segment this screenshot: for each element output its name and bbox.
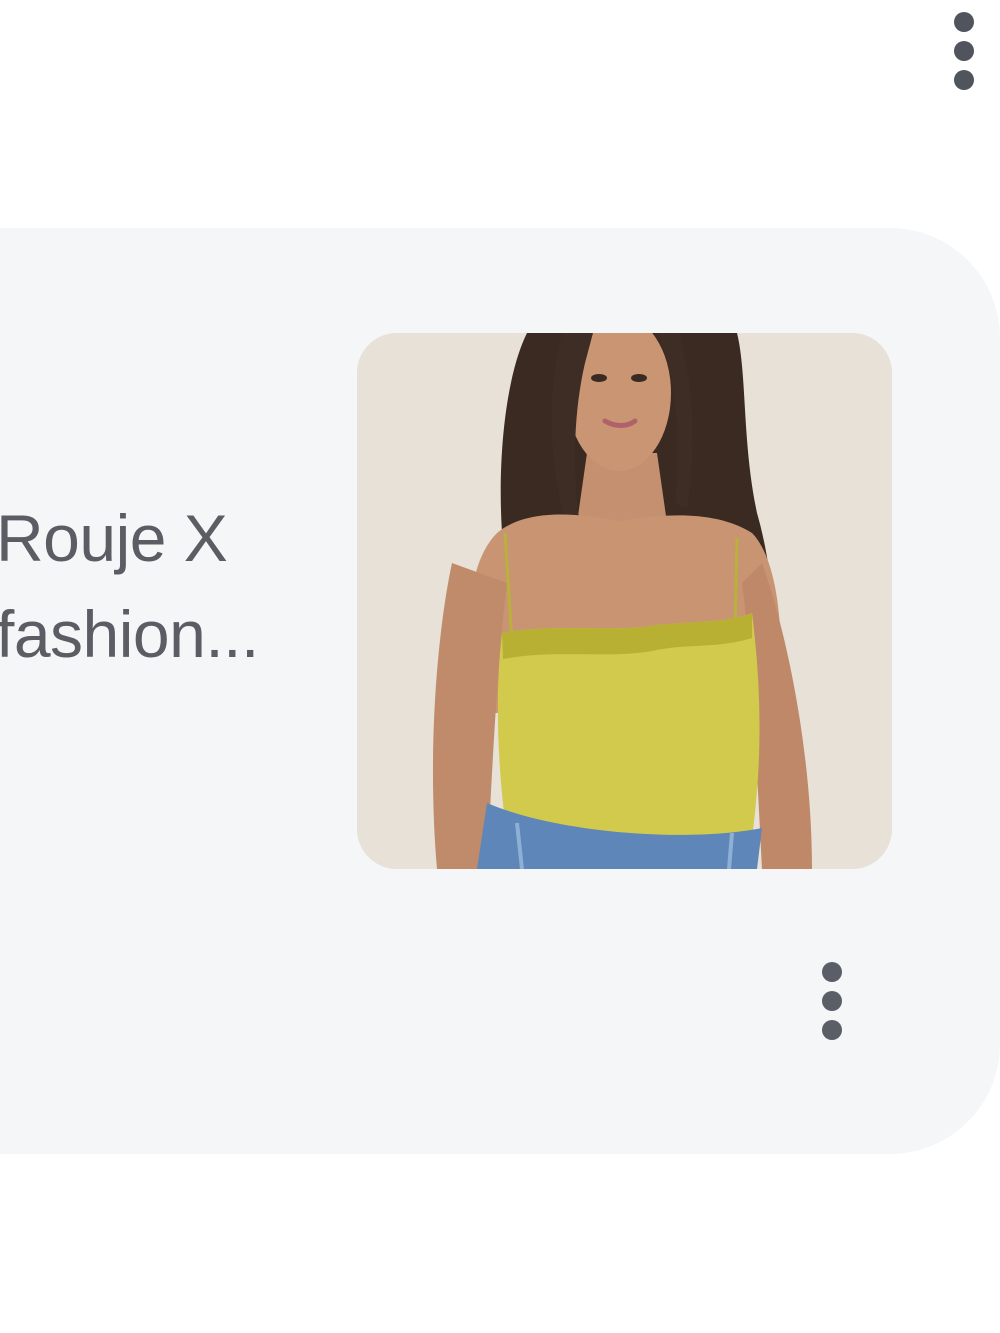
kebab-dot	[822, 1020, 842, 1040]
screen: Rouje X fashion...	[0, 0, 1000, 1333]
kebab-dot	[954, 41, 974, 61]
card-more-options-icon[interactable]	[821, 962, 843, 1040]
top-more-options-icon[interactable]	[953, 12, 975, 90]
kebab-dot	[822, 991, 842, 1011]
kebab-dot	[954, 70, 974, 90]
kebab-dot	[822, 962, 842, 982]
product-card-title[interactable]: Rouje X fashion...	[0, 490, 326, 682]
product-photo	[357, 333, 892, 869]
product-thumbnail[interactable]	[357, 333, 892, 869]
kebab-dot	[954, 12, 974, 32]
